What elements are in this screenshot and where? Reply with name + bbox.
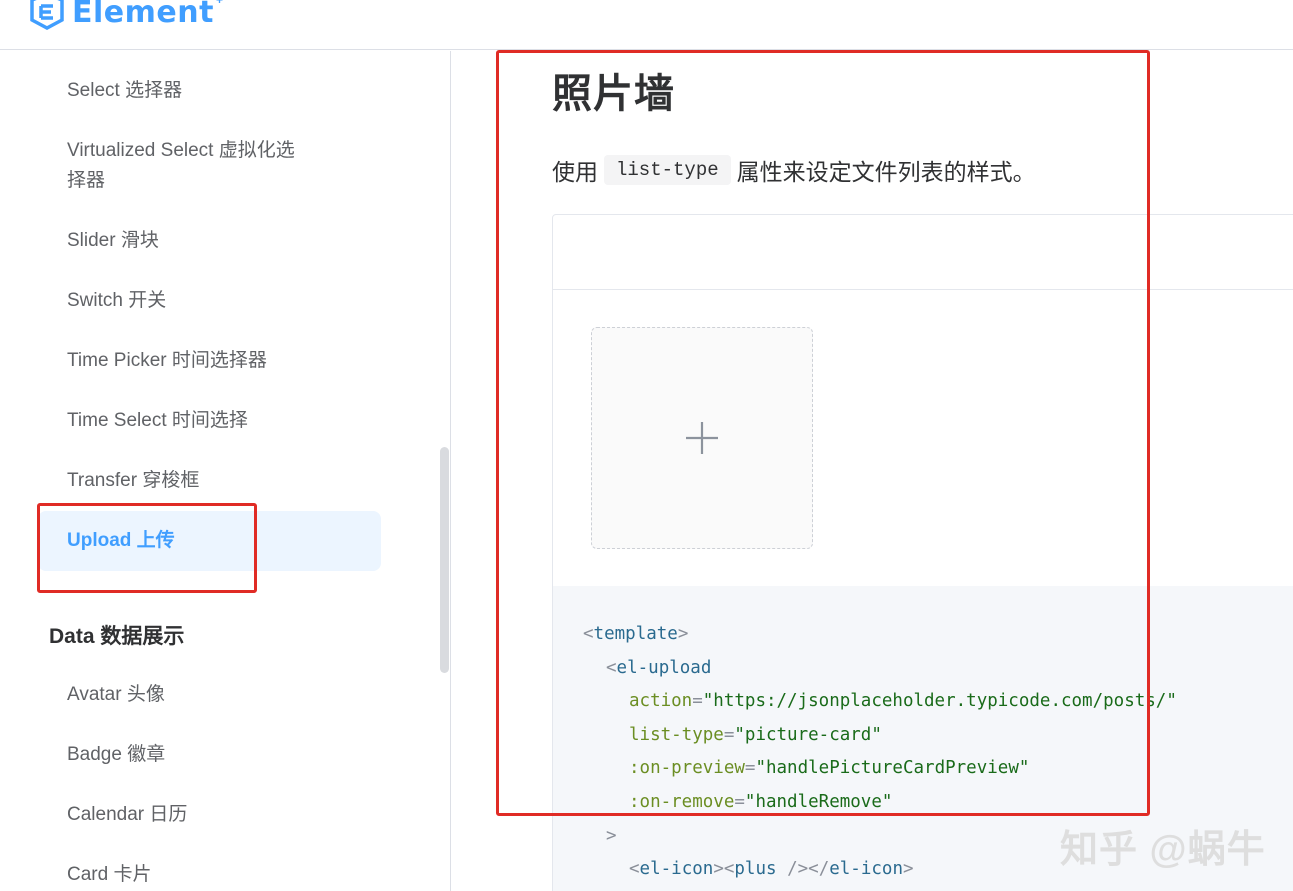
watermark: 知乎 @蜗牛: [1060, 829, 1266, 871]
sidebar-item-virtualized-select[interactable]: Virtualized Select 虚拟化选 择器: [67, 136, 295, 196]
sidebar-nav: Select 选择器 Virtualized Select 虚拟化选 择器 Sl…: [0, 51, 451, 891]
code-line: <el-icon><plus /></el-icon>: [629, 859, 914, 879]
sidebar-item-switch[interactable]: Switch 开关: [67, 286, 166, 316]
annotation-box-sidebar: [37, 503, 257, 593]
element-plus-logo[interactable]: Element +: [28, 0, 227, 30]
code-line: >: [606, 826, 617, 846]
sidebar-item-calendar[interactable]: Calendar 日历: [67, 800, 187, 830]
sidebar-item-avatar[interactable]: Avatar 头像: [67, 680, 165, 710]
sidebar-item-badge[interactable]: Badge 徽章: [67, 740, 165, 770]
sidebar-scrollbar[interactable]: [440, 447, 449, 673]
sidebar-item-slider[interactable]: Slider 滑块: [67, 226, 159, 256]
sidebar-item-label: Virtualized Select 虚拟化选: [67, 140, 295, 161]
sidebar-group-title: Data 数据展示: [49, 625, 185, 648]
sidebar-item-time-select[interactable]: Time Select 时间选择: [67, 406, 248, 436]
sidebar-item-label: 择器: [67, 170, 106, 191]
element-logo-icon: [30, 0, 64, 30]
annotation-box-main: [496, 50, 1150, 816]
sidebar-item-card[interactable]: Card 卡片: [67, 860, 151, 890]
sidebar-item-transfer[interactable]: Transfer 穿梭框: [67, 466, 199, 496]
sidebar-item-select[interactable]: Select 选择器: [67, 76, 182, 106]
sidebar-item-time-picker[interactable]: Time Picker 时间选择器: [67, 346, 267, 376]
logo-plus: +: [215, 0, 223, 7]
logo-text: Element: [72, 0, 214, 30]
top-header: Element +: [0, 0, 1293, 50]
